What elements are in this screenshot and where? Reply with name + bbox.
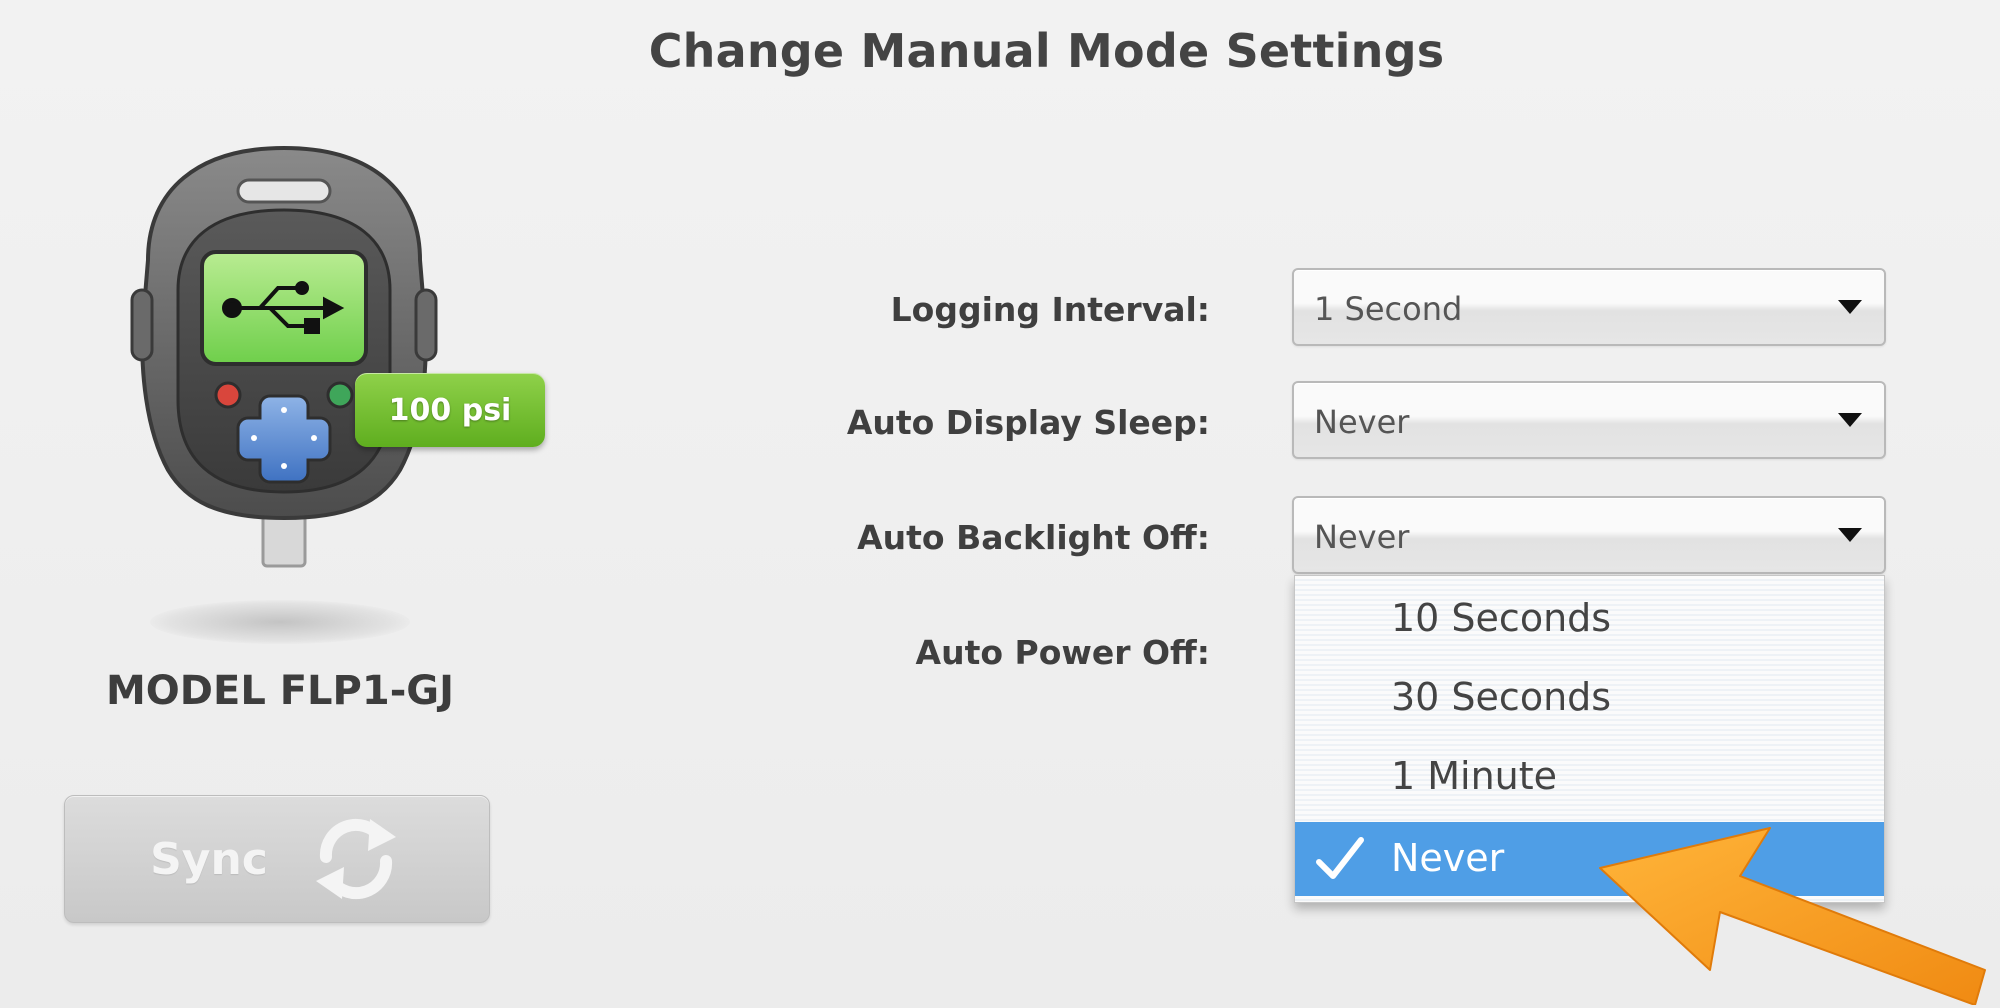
auto-backlight-off-select[interactable]: Never xyxy=(1292,496,1886,574)
logging-interval-label: Logging Interval: xyxy=(890,290,1210,329)
auto-display-sleep-select[interactable]: Never xyxy=(1292,381,1886,459)
auto-power-off-label: Auto Power Off: xyxy=(915,633,1210,672)
dropdown-option-10-seconds[interactable]: 10 Seconds xyxy=(1295,580,1884,658)
dropdown-arrow-icon xyxy=(1838,300,1862,314)
checkmark-icon xyxy=(1316,837,1364,879)
page-title: Change Manual Mode Settings xyxy=(648,24,1445,78)
auto-backlight-off-value: Never xyxy=(1314,518,1410,556)
sync-button-label: Sync xyxy=(150,833,268,885)
dropdown-arrow-icon xyxy=(1838,413,1862,427)
dropdown-option-label: 30 Seconds xyxy=(1391,675,1612,719)
dropdown-option-label: 10 Seconds xyxy=(1391,596,1612,640)
dropdown-option-label: 1 Minute xyxy=(1391,754,1558,798)
auto-display-sleep-value: Never xyxy=(1314,403,1410,441)
dropdown-option-30-seconds[interactable]: 30 Seconds xyxy=(1295,659,1884,737)
device-model-name: MODEL FLP1-GJ xyxy=(105,668,455,714)
logging-interval-select[interactable]: 1 Second xyxy=(1292,268,1886,346)
pressure-badge: 100 psi xyxy=(355,373,545,447)
dropdown-arrow-icon xyxy=(1838,528,1862,542)
auto-backlight-off-label: Auto Backlight Off: xyxy=(857,518,1210,557)
dropdown-option-label: Never xyxy=(1391,836,1505,880)
sync-icon xyxy=(315,818,396,900)
dropdown-option-1-minute[interactable]: 1 Minute xyxy=(1295,738,1884,816)
auto-display-sleep-label: Auto Display Sleep: xyxy=(846,403,1210,442)
annotation-arrow-icon xyxy=(1599,827,1986,1005)
logging-interval-value: 1 Second xyxy=(1314,290,1463,328)
sync-button[interactable]: Sync xyxy=(64,795,490,923)
